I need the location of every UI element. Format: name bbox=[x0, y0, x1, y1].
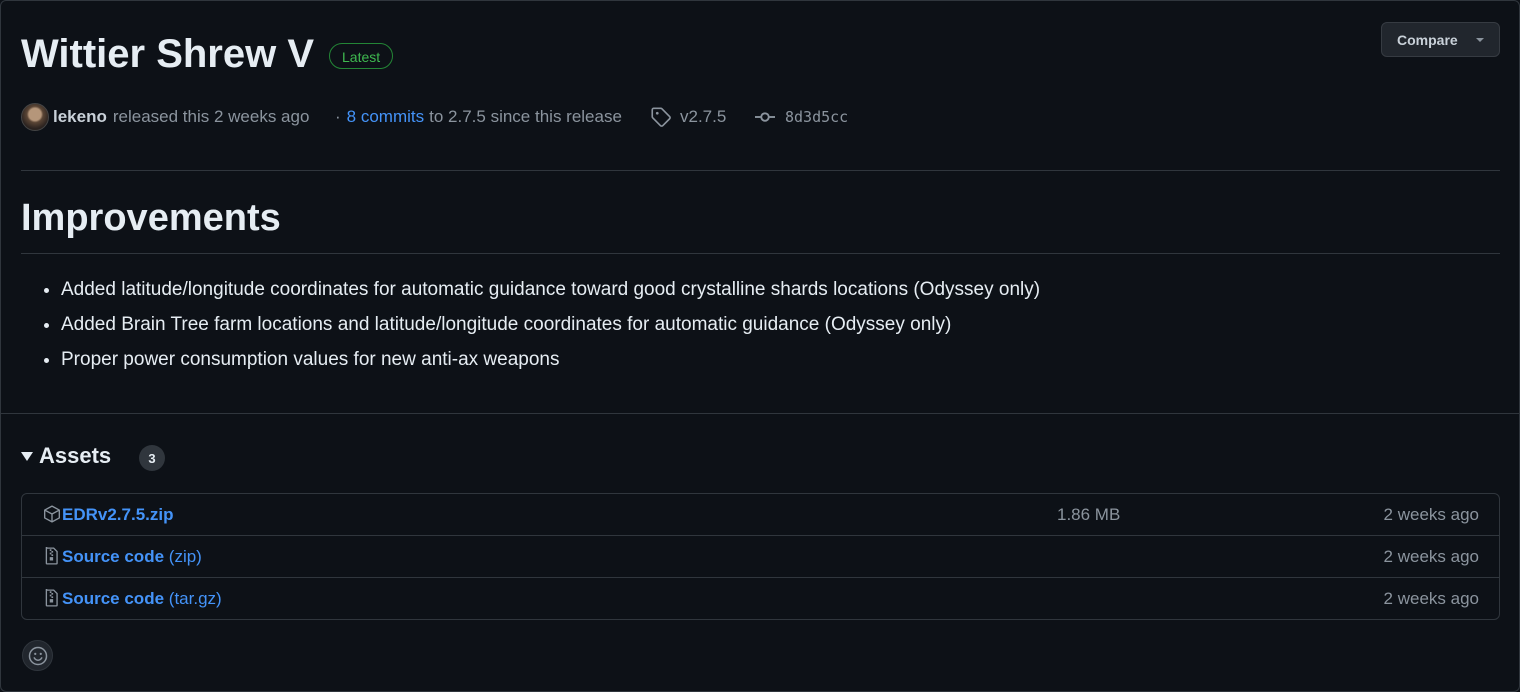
asset-link[interactable]: Source code (tar.gz) bbox=[62, 578, 222, 619]
commits-suffix: to 2.7.5 since this release bbox=[429, 107, 622, 126]
avatar[interactable] bbox=[21, 103, 49, 131]
triangle-down-icon bbox=[21, 451, 33, 461]
tag-label: v2.7.5 bbox=[680, 107, 727, 126]
notes-heading: Improvements bbox=[21, 197, 281, 239]
assets-toggle[interactable]: Assets bbox=[21, 439, 111, 473]
assets-list: EDRv2.7.5.zip 1.86 MB 2 weeks ago Source… bbox=[21, 493, 1500, 620]
commits-link[interactable]: 8 commits bbox=[347, 107, 424, 127]
commits-info: · 8 commits to 2.7.5 since this release bbox=[335, 102, 622, 132]
asset-link[interactable]: EDRv2.7.5.zip bbox=[62, 494, 174, 536]
asset-time: 2 weeks ago bbox=[1383, 547, 1479, 566]
tag-icon bbox=[651, 107, 671, 127]
commit-link[interactable]: 8d3d5cc bbox=[755, 102, 848, 132]
commit-sha: 8d3d5cc bbox=[785, 108, 849, 126]
author-link[interactable]: lekeno bbox=[53, 107, 107, 127]
file-zip-icon bbox=[45, 547, 58, 565]
list-item: Added Brain Tree farm locations and lati… bbox=[61, 307, 1040, 342]
asset-time: 2 weeks ago bbox=[1383, 589, 1479, 608]
assets-count-badge: 3 bbox=[139, 445, 165, 471]
git-commit-icon bbox=[755, 112, 775, 122]
separator-dot: · bbox=[335, 107, 341, 126]
release-title[interactable]: Wittier Shrew V bbox=[21, 29, 314, 79]
asset-size: 1.86 MB bbox=[1057, 505, 1121, 524]
list-item: Proper power consumption values for new … bbox=[61, 342, 1040, 377]
tag-link[interactable]: v2.7.5 bbox=[651, 102, 726, 132]
asset-row: EDRv2.7.5.zip 1.86 MB 2 weeks ago bbox=[22, 494, 1499, 536]
triangle-down-icon bbox=[1476, 38, 1484, 42]
asset-name: Source code bbox=[62, 547, 165, 566]
compare-button[interactable]: Compare bbox=[1381, 22, 1500, 57]
asset-time: 2 weeks ago bbox=[1383, 505, 1479, 524]
latest-badge: Latest bbox=[329, 43, 394, 69]
release-card: Wittier Shrew V Latest Compare lekeno re… bbox=[0, 0, 1520, 692]
package-icon bbox=[44, 505, 60, 523]
release-notes-list: Added latitude/longitude coordinates for… bbox=[21, 272, 1040, 377]
asset-row: Source code (zip) 2 weeks ago bbox=[22, 536, 1499, 578]
compare-button-label: Compare bbox=[1397, 31, 1458, 48]
list-item: Added latitude/longitude coordinates for… bbox=[61, 272, 1040, 307]
file-zip-icon bbox=[45, 589, 58, 607]
asset-format: (tar.gz) bbox=[168, 589, 222, 608]
release-byline: lekeno released this 2 weeks ago bbox=[21, 102, 309, 132]
asset-row: Source code (tar.gz) 2 weeks ago bbox=[22, 578, 1499, 619]
asset-name: Source code bbox=[62, 589, 165, 608]
released-text: released this 2 weeks ago bbox=[112, 107, 310, 126]
heading-underline bbox=[21, 253, 1500, 254]
asset-format: (zip) bbox=[168, 547, 202, 566]
assets-title: Assets bbox=[39, 443, 112, 468]
asset-name: EDRv2.7.5.zip bbox=[62, 505, 174, 524]
smiley-icon bbox=[28, 646, 47, 665]
section-divider bbox=[1, 413, 1520, 414]
add-reaction-button[interactable] bbox=[22, 640, 53, 671]
divider bbox=[21, 170, 1500, 171]
asset-link[interactable]: Source code (zip) bbox=[62, 536, 202, 578]
